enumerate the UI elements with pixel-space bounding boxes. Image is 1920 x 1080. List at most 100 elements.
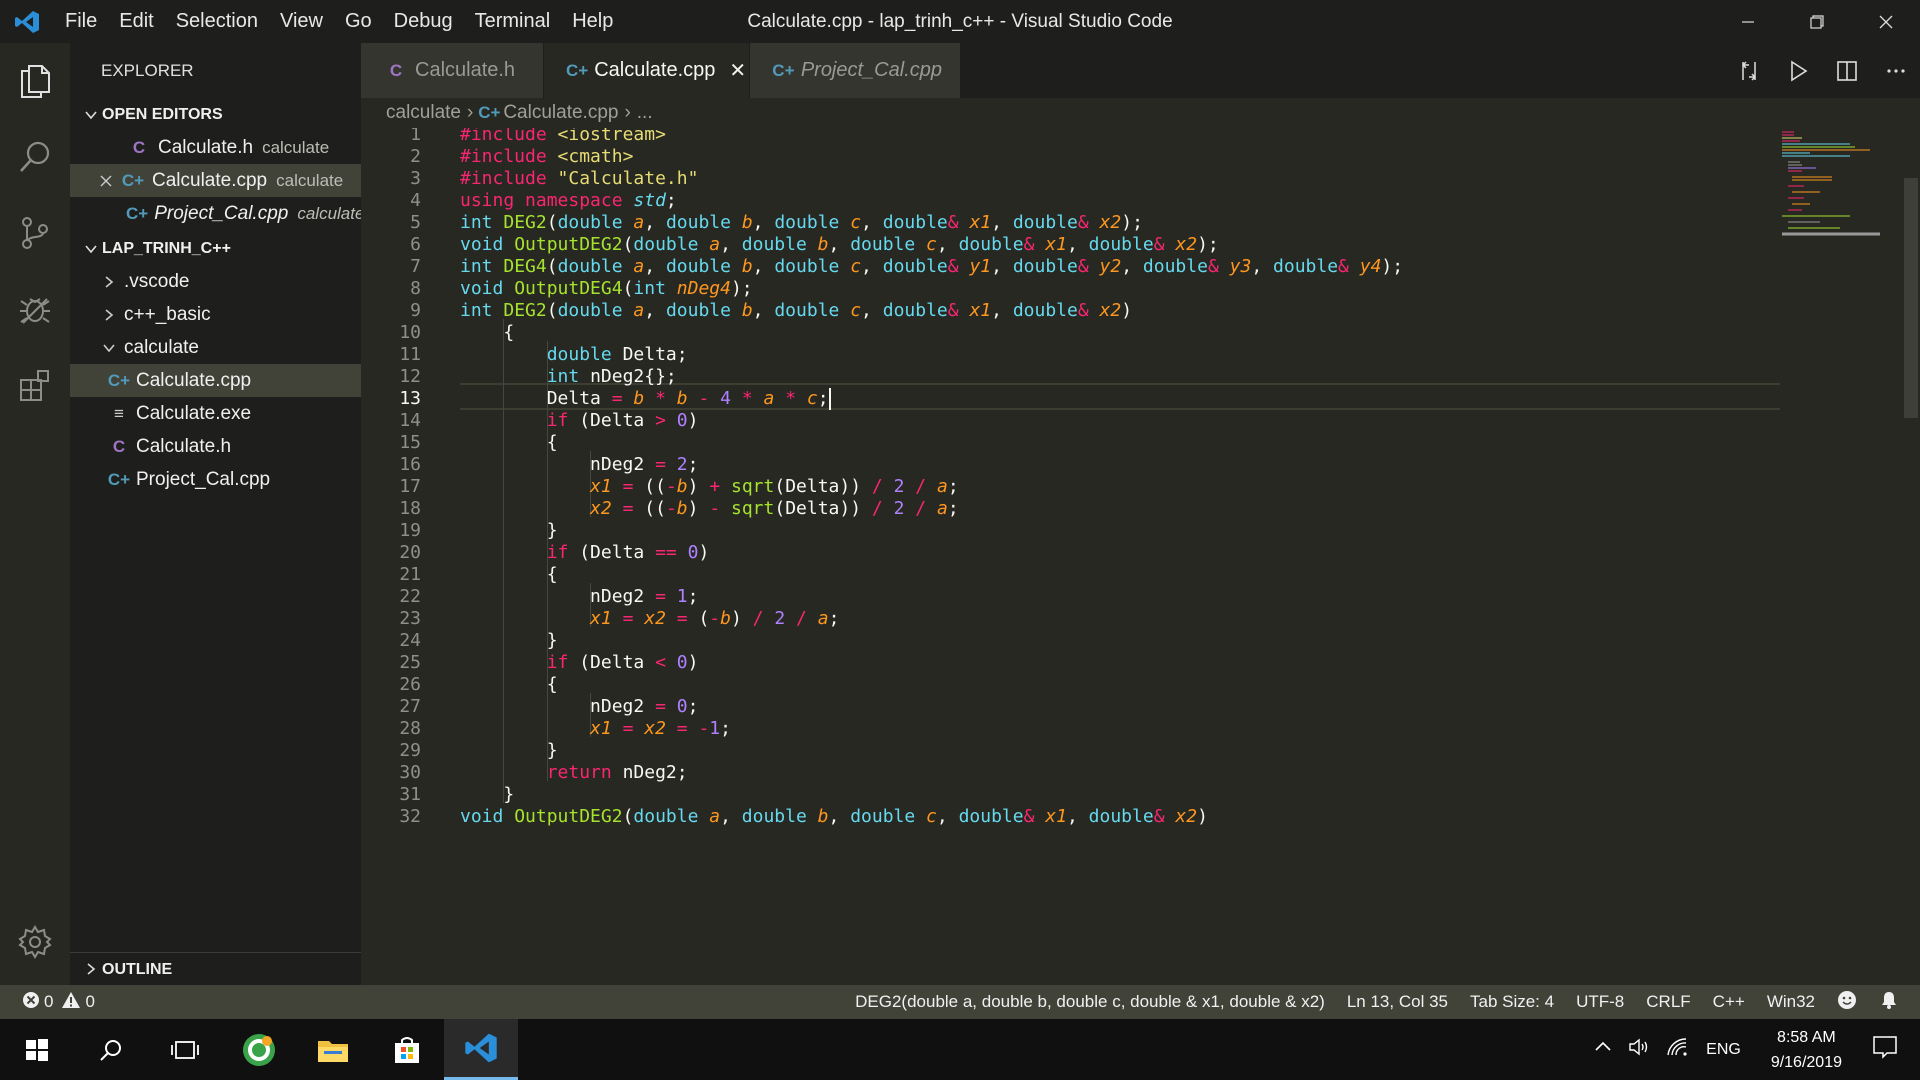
wifi-icon[interactable]	[1666, 1037, 1688, 1062]
chevron-down-icon	[98, 341, 120, 355]
action-center-icon[interactable]	[1872, 1035, 1898, 1064]
explorer-title: EXPLORER	[101, 61, 194, 80]
tab-label: Project_Cal.cpp	[800, 59, 942, 81]
open-editor-item[interactable]: C+ Project_Cal.cpp calculate	[70, 197, 361, 230]
restore-button[interactable]	[1782, 0, 1851, 43]
open-editor-item[interactable]: C+ Calculate.cpp calculate	[70, 164, 361, 197]
settings-gear-icon[interactable]	[0, 904, 70, 980]
menu-terminal[interactable]: Terminal	[464, 0, 562, 43]
error-count: 0	[44, 992, 54, 1011]
menu-edit[interactable]: Edit	[108, 0, 164, 43]
open-editor-desc: calculate	[297, 203, 361, 223]
breadcrumb-symbol[interactable]: ...	[637, 102, 653, 124]
cpp-file-icon: C+	[121, 170, 145, 190]
feedback-smiley-icon[interactable]	[1837, 990, 1857, 1015]
status-signature[interactable]: DEG2(double a, double b, double c, doubl…	[855, 992, 1325, 1012]
line-number: 32	[399, 806, 421, 827]
menu-selection[interactable]: Selection	[165, 0, 269, 43]
problems-indicator[interactable]: 0 0	[0, 991, 95, 1014]
tree-file[interactable]: C+ Project_Cal.cpp	[70, 463, 361, 496]
close-window-button[interactable]	[1851, 0, 1920, 43]
open-editor-item[interactable]: C Calculate.h calculate	[70, 131, 361, 164]
volume-icon[interactable]	[1628, 1037, 1650, 1062]
close-icon[interactable]	[100, 175, 120, 187]
tab-project-cal-cpp[interactable]: C+ Project_Cal.cpp	[750, 43, 960, 98]
vscode-logo-icon	[0, 0, 54, 43]
tree-file[interactable]: ≡ Calculate.exe	[70, 397, 361, 430]
workspace-header[interactable]: LAP_TRINH_C++	[70, 232, 361, 265]
status-tab-size[interactable]: Tab Size: 4	[1470, 992, 1554, 1012]
chevron-right-icon: ›	[467, 102, 474, 123]
breadcrumb-file[interactable]: Calculate.cpp	[503, 102, 618, 124]
menu-go[interactable]: Go	[334, 0, 383, 43]
vscode-taskbar-icon[interactable]	[444, 1019, 518, 1080]
cpp-file-icon: C+	[107, 370, 131, 390]
chevron-right-icon	[98, 275, 120, 289]
code-line: 32 void OutputDEG2(double a, double b, do…	[361, 803, 1781, 830]
windows-start-icon[interactable]	[0, 1019, 74, 1080]
menu-debug[interactable]: Debug	[383, 0, 464, 43]
search-icon[interactable]	[74, 1019, 148, 1080]
file-explorer-icon[interactable]	[296, 1019, 370, 1080]
tree-folder[interactable]: c++_basic	[70, 298, 361, 331]
tab-calculate-cpp[interactable]: C+ Calculate.cpp ✕	[544, 43, 749, 98]
title-bar: File Edit Selection View Go Debug Termin…	[0, 0, 1920, 43]
debug-icon[interactable]	[0, 271, 70, 347]
input-language[interactable]: ENG	[1706, 1041, 1741, 1059]
tree-file[interactable]: C+ Calculate.cpp	[70, 364, 361, 397]
chevron-right-icon	[80, 962, 102, 976]
task-view-icon[interactable]	[148, 1019, 222, 1080]
chevron-right-icon: ›	[624, 102, 631, 123]
status-language[interactable]: C++	[1713, 992, 1745, 1012]
tab-label: Calculate.cpp	[594, 59, 716, 81]
source-control-icon[interactable]	[0, 195, 70, 271]
tree-folder-label: .vscode	[124, 270, 190, 292]
explorer-icon[interactable]	[0, 43, 70, 119]
tab-calculate-h[interactable]: C Calculate.h	[361, 43, 543, 98]
tree-folder[interactable]: .vscode	[70, 265, 361, 298]
extensions-icon[interactable]	[0, 347, 70, 423]
tree-file-label: Project_Cal.cpp	[136, 468, 271, 490]
open-changes-icon[interactable]	[1724, 43, 1773, 98]
c-header-file-icon: C	[132, 137, 146, 157]
c-header-file-icon: C	[112, 436, 126, 456]
chevron-down-icon	[80, 108, 102, 122]
more-actions-icon[interactable]	[1871, 43, 1920, 98]
open-editor-desc: calculate	[276, 170, 344, 190]
outline-header[interactable]: OUTLINE	[70, 952, 361, 985]
close-icon[interactable]: ✕	[729, 58, 746, 83]
menu-file[interactable]: File	[54, 0, 108, 43]
tree-file-label: Calculate.exe	[136, 402, 252, 424]
minimap[interactable]	[1780, 128, 1900, 268]
code-editor[interactable]: 1 #include <iostream> 2 #include <cmath> 3 #i…	[361, 128, 1920, 985]
status-encoding[interactable]: UTF-8	[1576, 992, 1624, 1012]
status-eol[interactable]: CRLF	[1646, 992, 1690, 1012]
breadcrumb-folder[interactable]: calculate	[386, 102, 461, 124]
search-icon[interactable]	[0, 119, 70, 195]
microsoft-store-icon[interactable]	[370, 1019, 444, 1080]
minimize-button[interactable]	[1713, 0, 1782, 43]
tree-file[interactable]: C Calculate.h	[70, 430, 361, 463]
open-editors-label: OPEN EDITORS	[102, 106, 223, 123]
vertical-scrollbar[interactable]	[1902, 128, 1920, 985]
open-editors-header[interactable]: OPEN EDITORS	[70, 98, 361, 131]
coccoc-browser-icon[interactable]	[222, 1019, 296, 1080]
menu-help[interactable]: Help	[561, 0, 624, 43]
clock-date: 9/16/2019	[1770, 1053, 1842, 1071]
run-icon[interactable]	[1773, 43, 1822, 98]
windows-taskbar: ENG 8:58 AM 9/16/2019	[0, 1019, 1920, 1080]
tree-folder[interactable]: calculate	[70, 331, 361, 364]
status-cursor-position[interactable]: Ln 13, Col 35	[1347, 992, 1448, 1012]
binary-file-icon: ≡	[114, 403, 124, 423]
scrollbar-thumb[interactable]	[1904, 178, 1918, 418]
notification-bell-icon[interactable]	[1879, 990, 1899, 1015]
menu-view[interactable]: View	[269, 0, 334, 43]
tree-folder-label: c++_basic	[124, 303, 211, 325]
activity-bar	[0, 43, 70, 985]
status-platform[interactable]: Win32	[1767, 992, 1815, 1012]
cpp-file-icon: C+	[566, 60, 589, 80]
chevron-up-icon[interactable]	[1594, 1038, 1612, 1061]
split-editor-icon[interactable]	[1822, 43, 1871, 98]
clock[interactable]: 8:58 AM 9/16/2019	[1771, 1025, 1842, 1075]
explorer-sidebar: EXPLORER OPEN EDITORS C Calculate.h calc…	[70, 43, 361, 985]
